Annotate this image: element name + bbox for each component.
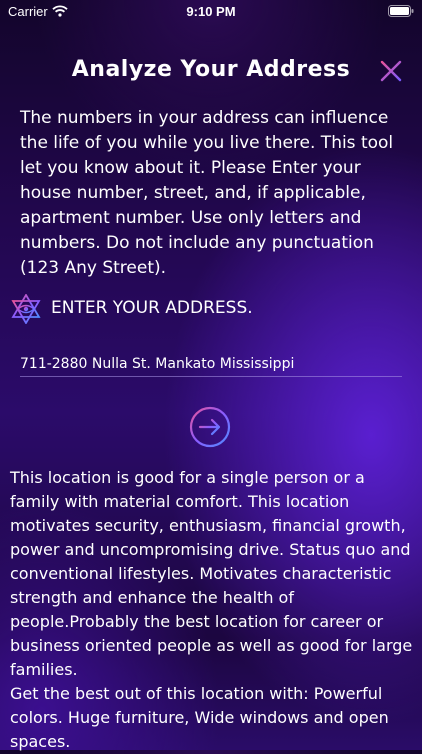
star-of-david-eye-icon [8, 293, 44, 325]
status-time: 9:10 PM [186, 4, 236, 19]
arrow-right-circle-icon [189, 406, 231, 448]
status-bar: Carrier 9:10 PM [0, 0, 422, 22]
intro-text: The numbers in your address can influenc… [20, 108, 394, 278]
close-button[interactable] [378, 58, 404, 84]
close-icon [380, 60, 402, 82]
battery-icon [388, 5, 414, 20]
address-input[interactable] [20, 354, 402, 377]
address-label: ENTER YOUR ADDRESS. [51, 298, 253, 318]
page-title: Analyze Your Address [71, 57, 351, 82]
result-text: This location is good for a single perso… [10, 468, 413, 751]
submit-button[interactable] [189, 406, 231, 448]
